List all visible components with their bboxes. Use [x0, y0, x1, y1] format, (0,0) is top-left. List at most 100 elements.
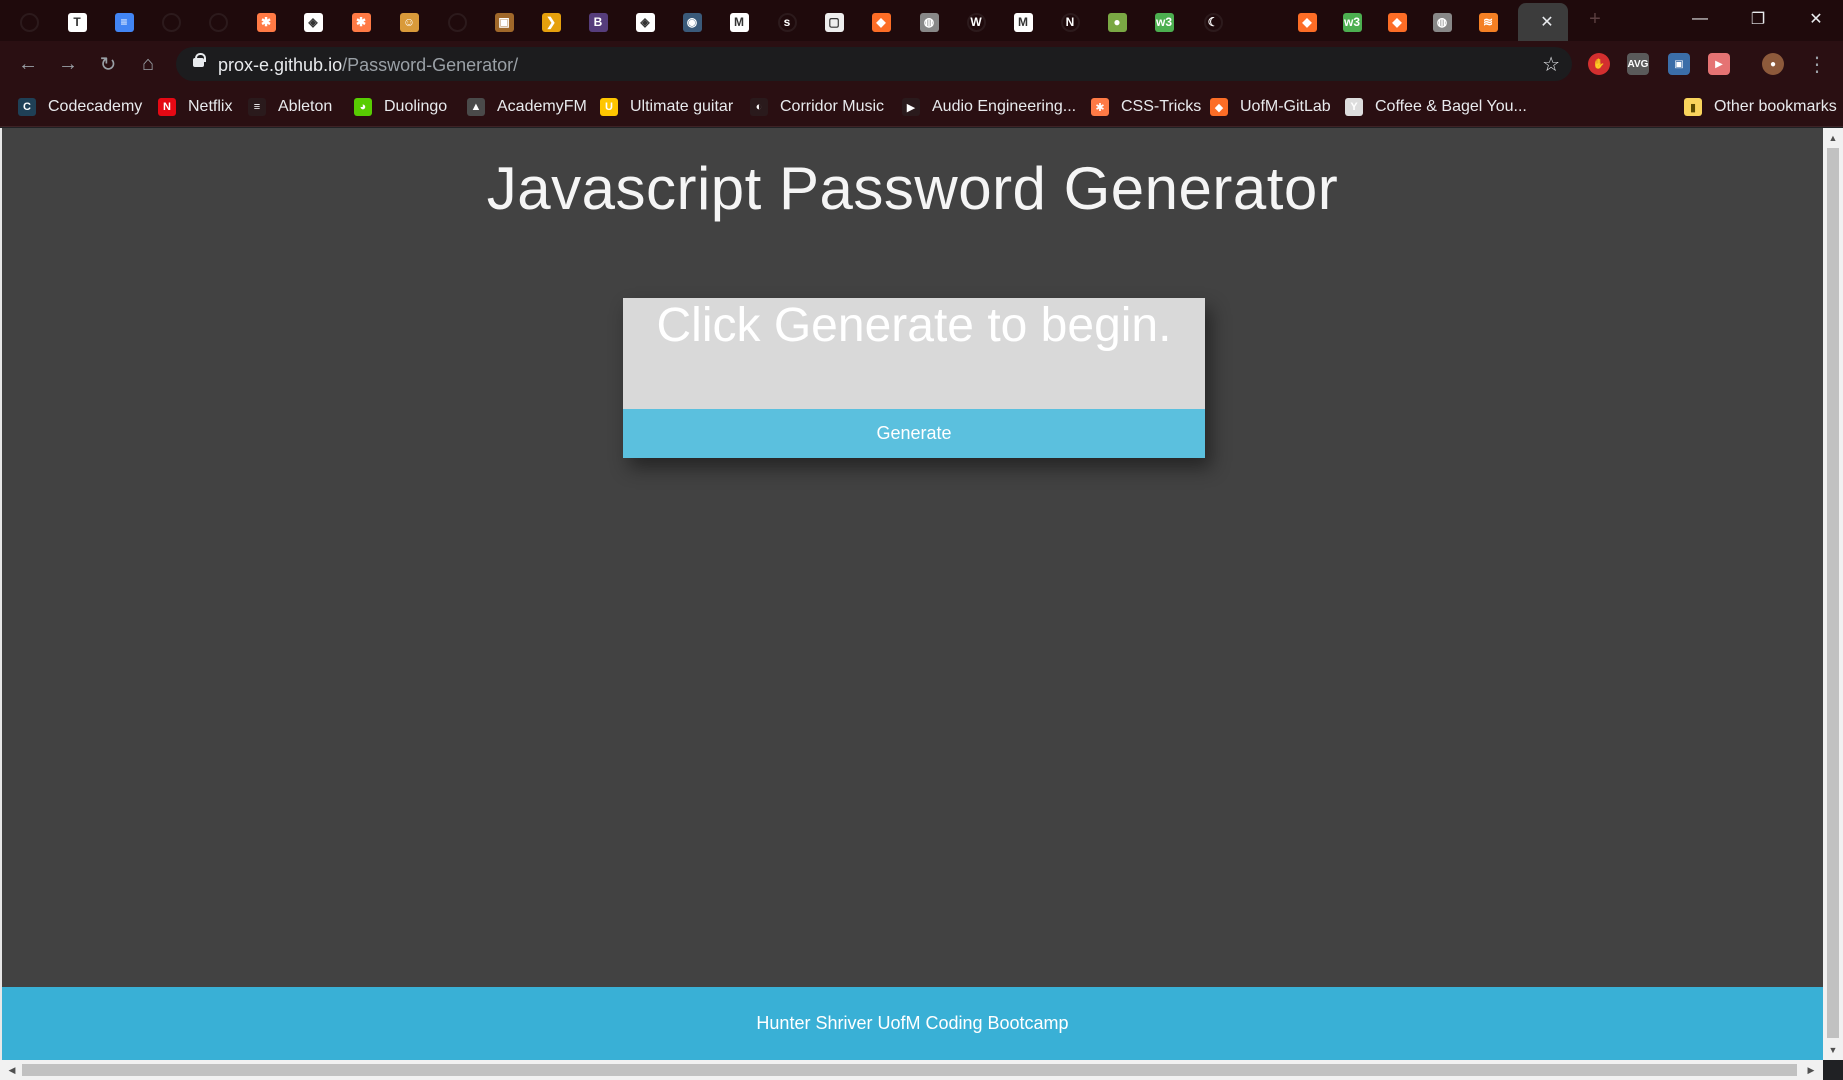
browser-tab[interactable]: M	[718, 5, 760, 39]
close-window-button[interactable]: ✕	[1787, 0, 1843, 38]
horizontal-scroll-thumb[interactable]	[22, 1064, 1797, 1076]
ultimate-guitar-icon: U	[600, 98, 618, 116]
browser-tab[interactable]: W	[955, 5, 997, 39]
photo-extension-icon[interactable]: ▣	[1668, 53, 1690, 75]
browser-tab[interactable]: ◈	[292, 5, 334, 39]
generate-button[interactable]: Generate	[623, 409, 1205, 458]
password-placeholder: Click Generate to begin.	[656, 299, 1172, 352]
menu-kebab-icon[interactable]: ⋮	[1803, 50, 1831, 78]
youtube-icon: Y	[1345, 98, 1363, 116]
browser-tab[interactable]: ☺	[388, 5, 430, 39]
vertical-scroll-thumb[interactable]	[1827, 148, 1839, 1038]
image-icon: ☺	[399, 12, 419, 32]
browser-tab[interactable]	[150, 5, 192, 39]
bookmark-star-icon[interactable]: ☆	[1542, 52, 1560, 77]
scroll-down-arrow-icon[interactable]: ▼	[1823, 1042, 1843, 1058]
active-browser-tab[interactable]: ✕	[1518, 3, 1568, 41]
home-icon[interactable]: ⌂	[134, 50, 162, 78]
browser-tab[interactable]: ▢	[813, 5, 855, 39]
browser-tab[interactable]: ◈	[624, 5, 666, 39]
browser-tab[interactable]: ▣	[483, 5, 525, 39]
bookmark-label: Duolingo	[384, 98, 448, 115]
browser-tab[interactable]: w3	[1143, 5, 1185, 39]
netflix-icon: N	[158, 98, 176, 116]
back-icon[interactable]: ←	[14, 50, 42, 78]
page-title: Javascript Password Generator	[486, 155, 1339, 222]
bookmark-item[interactable]: ▲ AcademyFM	[467, 95, 587, 119]
bookmark-item[interactable]: ◐ Corridor Music	[750, 95, 884, 119]
bookmark-label: Coffee & Bagel You...	[1375, 98, 1527, 115]
gmail-icon: M	[729, 12, 749, 32]
vertical-scrollbar[interactable]: ▲ ▼	[1823, 128, 1843, 1060]
other-bookmarks[interactable]: ▮ Other bookmarks	[1684, 95, 1837, 119]
gitlab-icon: ◆	[1387, 12, 1407, 32]
bookmark-label: Audio Engineering...	[932, 98, 1077, 115]
browser-tab[interactable]: ◆	[1376, 5, 1418, 39]
browser-tab[interactable]: ☾	[1192, 5, 1234, 39]
close-tab-icon[interactable]: ✕	[1540, 12, 1553, 32]
browser-tab[interactable]: ❯	[530, 5, 572, 39]
corridor-icon: ◐	[750, 98, 768, 116]
minimize-button[interactable]: —	[1671, 0, 1729, 38]
browser-tab[interactable]: B	[577, 5, 619, 39]
footer-text: Hunter Shriver UofM Coding Bootcamp	[756, 1013, 1069, 1033]
browser-tab[interactable]: ◆	[860, 5, 902, 39]
bookmark-item[interactable]: ◆ UofM-GitLab	[1210, 95, 1331, 119]
ableton-icon: ≡	[248, 98, 266, 116]
browser-tab[interactable]: ●	[1096, 5, 1138, 39]
bookmark-item[interactable]: N Netflix	[158, 95, 232, 119]
gmail-icon: M	[1013, 12, 1033, 32]
video-extension-icon[interactable]: ▶	[1708, 53, 1730, 75]
bookmark-label: AcademyFM	[497, 98, 587, 115]
browser-tab[interactable]: ◉	[671, 5, 713, 39]
bookmark-item[interactable]: ▶ Audio Engineering...	[902, 95, 1076, 119]
reload-icon[interactable]: ↻	[94, 50, 122, 78]
bookmark-item[interactable]: C Codecademy	[18, 95, 142, 119]
w3schools-icon: w3	[1154, 12, 1174, 32]
horizontal-scrollbar[interactable]: ◀ ▶	[0, 1060, 1823, 1080]
css-tricks-icon: ✱	[351, 12, 371, 32]
browser-tab[interactable]	[8, 5, 50, 39]
bootstrap-icon: B	[588, 12, 608, 32]
browser-tab[interactable]: ✱	[340, 5, 382, 39]
address-bar[interactable]: prox-e.github.io/Password-Generator/ ☆	[176, 47, 1572, 81]
browser-toolbar: ← → ↻ ⌂ prox-e.github.io/Password-Genera…	[0, 41, 1843, 87]
scroll-right-arrow-icon[interactable]: ▶	[1801, 1062, 1821, 1078]
browser-tab[interactable]	[436, 5, 478, 39]
scroll-left-arrow-icon[interactable]: ◀	[2, 1062, 22, 1078]
profile-avatar[interactable]: ●	[1762, 53, 1784, 75]
new-tab-button[interactable]: +	[1565, 0, 1625, 38]
browser-tab[interactable]: s	[766, 5, 808, 39]
avg-extension-icon[interactable]: AVG	[1627, 53, 1649, 75]
bookmark-item[interactable]: ◕ Duolingo	[354, 95, 447, 119]
github-icon	[161, 12, 181, 32]
bookmark-label: Ultimate guitar	[630, 98, 734, 115]
github-icon	[19, 12, 39, 32]
bookmark-item[interactable]: ✱ CSS-Tricks	[1091, 95, 1201, 119]
bookmark-item[interactable]: Y Coffee & Bagel You...	[1345, 95, 1527, 119]
w3schools-icon: w3	[1342, 12, 1362, 32]
scroll-up-arrow-icon[interactable]: ▲	[1823, 130, 1843, 146]
adblock-extension-icon[interactable]: ✋	[1588, 53, 1610, 75]
browser-tab[interactable]: ◍	[1421, 5, 1463, 39]
css-tricks-icon: ✱	[1091, 98, 1109, 116]
browser-tab[interactable]: T	[56, 5, 98, 39]
url-domain: prox-e.github.io	[218, 55, 343, 75]
browser-tab[interactable]: M	[1002, 5, 1044, 39]
leaf-icon: ●	[1107, 12, 1127, 32]
browser-tab[interactable]: N	[1049, 5, 1091, 39]
bookmark-item[interactable]: U Ultimate guitar	[600, 95, 733, 119]
browser-tab[interactable]	[197, 5, 239, 39]
css-tricks-icon: ✱	[256, 12, 276, 32]
bookmark-label: CSS-Tricks	[1121, 98, 1202, 115]
password-display[interactable]: Click Generate to begin.	[623, 298, 1205, 409]
browser-tab[interactable]: ✱	[245, 5, 287, 39]
browser-tab[interactable]: ≋	[1467, 5, 1509, 39]
browser-tab[interactable]: ◍	[908, 5, 950, 39]
browser-tab[interactable]: ≡	[103, 5, 145, 39]
browser-tab[interactable]: w3	[1331, 5, 1373, 39]
bookmark-item[interactable]: ≡ Ableton	[248, 95, 332, 119]
forward-icon[interactable]: →	[54, 50, 82, 78]
maximize-button[interactable]: ❐	[1729, 0, 1787, 38]
browser-tab[interactable]: ◆	[1286, 5, 1328, 39]
